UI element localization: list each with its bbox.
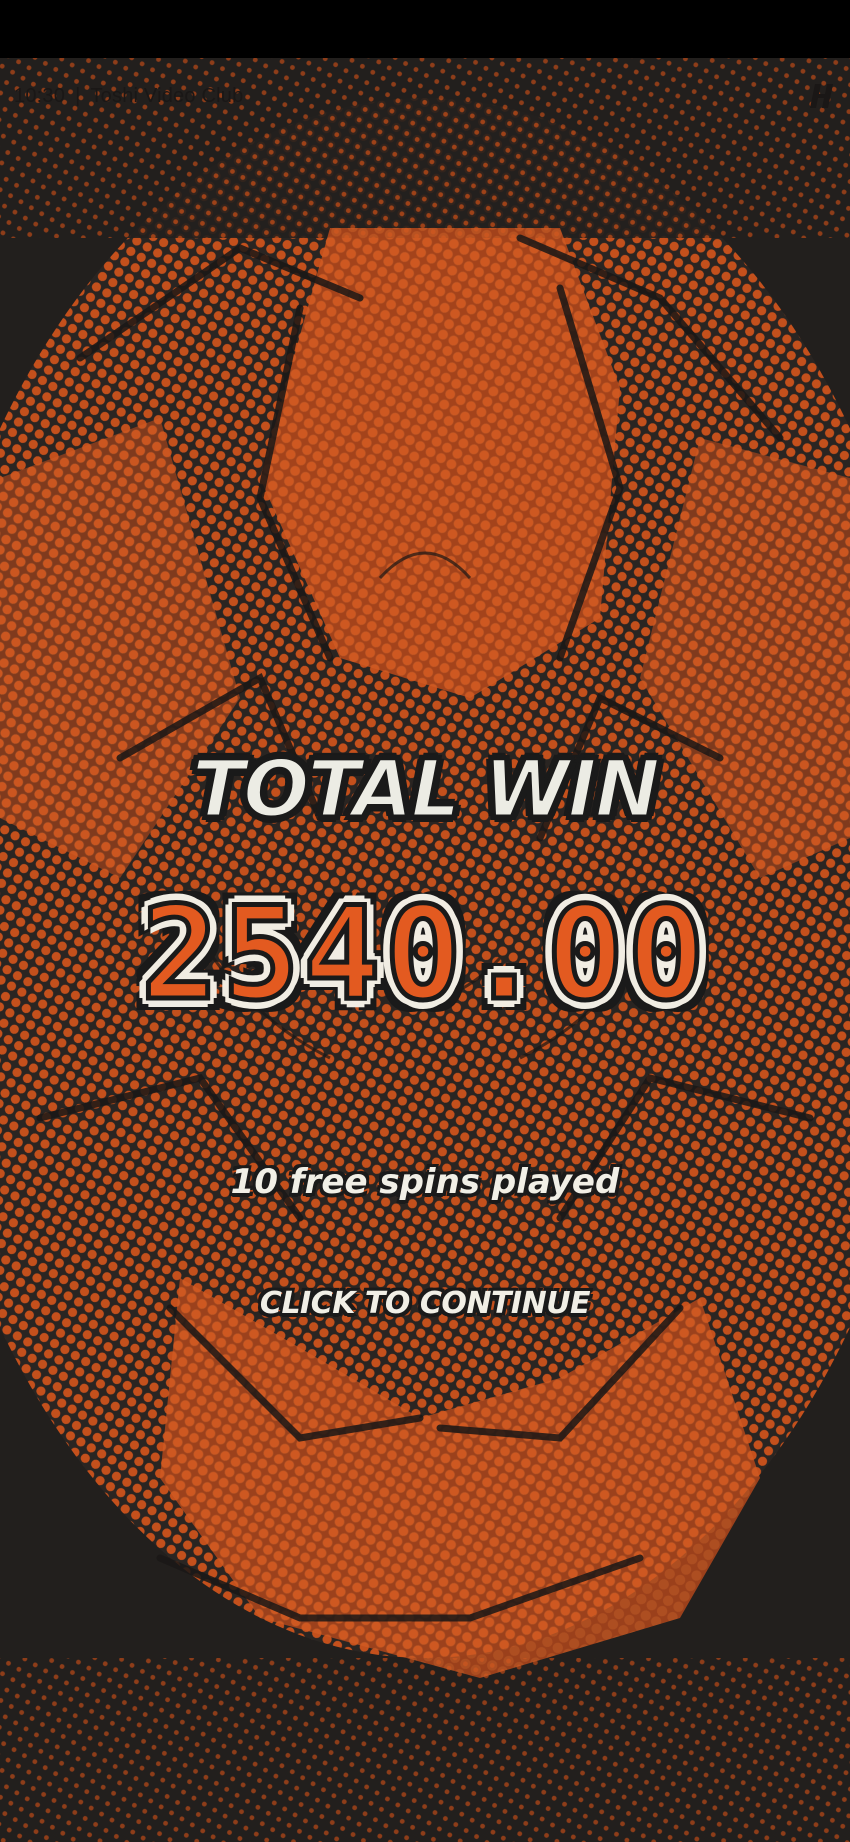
total-win-label: TOTAL WIN — [190, 744, 661, 837]
win-amount: 2540.00 — [139, 878, 709, 1032]
total-win-panel: TOTAL WIN 2540.00 10 free spins played C… — [0, 0, 850, 1842]
continue-button[interactable]: CLICK TO CONTINUE — [225, 1278, 625, 1330]
free-spins-played-text: 10 free spins played — [230, 1162, 620, 1202]
game-screen: 10:30 | Toshi Video Club TOTAL WIN 2540.… — [0, 0, 850, 1842]
